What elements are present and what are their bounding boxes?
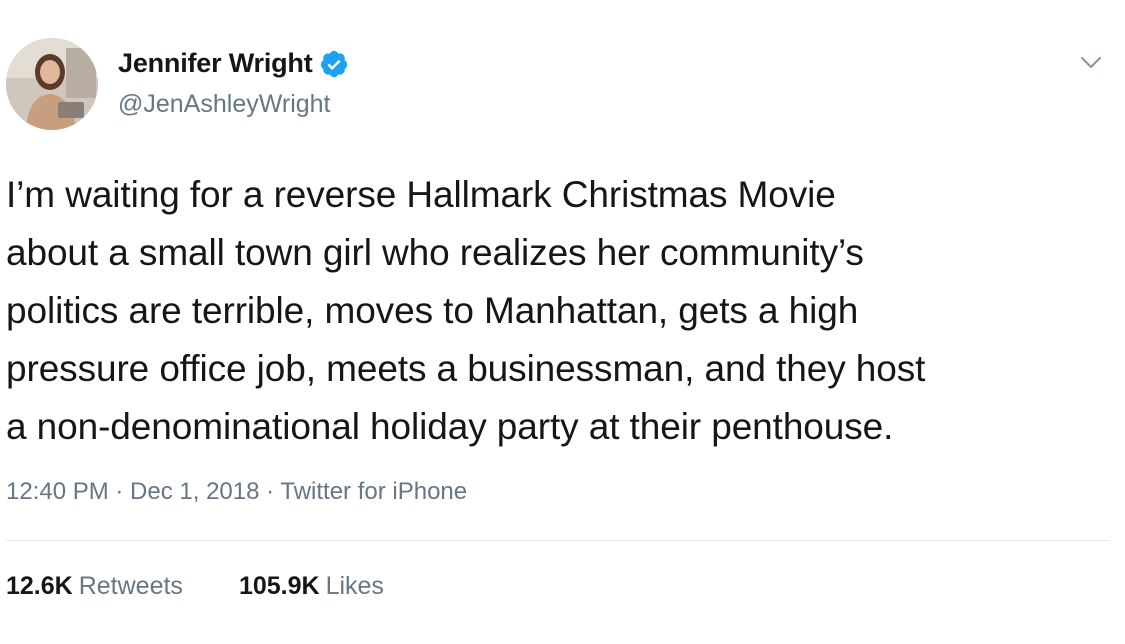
likes-count: 105.9K bbox=[238, 572, 320, 600]
tweet-text-line: I’m waiting for a reverse Hallmark Chris… bbox=[6, 174, 836, 215]
engagement-stats: 12.6K Retweets 105.9K Likes bbox=[6, 572, 440, 601]
retweets-label: Retweets bbox=[78, 572, 183, 600]
tweet-text-line: pressure office job, meets a businessman… bbox=[6, 348, 926, 389]
tweet-card: Jennifer Wright @JenAshleyWright I’m wai… bbox=[0, 0, 1125, 644]
author-name-row: Jennifer Wright bbox=[118, 48, 349, 79]
retweets-count: 12.6K bbox=[6, 572, 73, 600]
tweet-timestamp-source[interactable]: 12:40 PM · Dec 1, 2018 · Twitter for iPh… bbox=[6, 478, 467, 506]
likes-stat[interactable]: 105.9K Likes bbox=[239, 572, 384, 601]
tweet-text-line: politics are terrible, moves to Manhatta… bbox=[6, 290, 859, 331]
chevron-down-icon[interactable] bbox=[1080, 56, 1102, 70]
retweets-stat[interactable]: 12.6K Retweets bbox=[6, 572, 183, 601]
avatar[interactable] bbox=[6, 38, 98, 130]
tweet-text-line: a non-denominational holiday party at th… bbox=[6, 406, 894, 447]
tweet-text-line: about a small town girl who realizes her… bbox=[6, 232, 864, 273]
divider bbox=[6, 540, 1110, 541]
verified-badge-icon bbox=[319, 49, 349, 79]
author-handle[interactable]: @JenAshleyWright bbox=[118, 90, 331, 119]
author-display-name[interactable]: Jennifer Wright bbox=[118, 48, 313, 79]
tweet-text: I’m waiting for a reverse Hallmark Chris… bbox=[6, 166, 1116, 456]
likes-label: Likes bbox=[325, 572, 384, 600]
